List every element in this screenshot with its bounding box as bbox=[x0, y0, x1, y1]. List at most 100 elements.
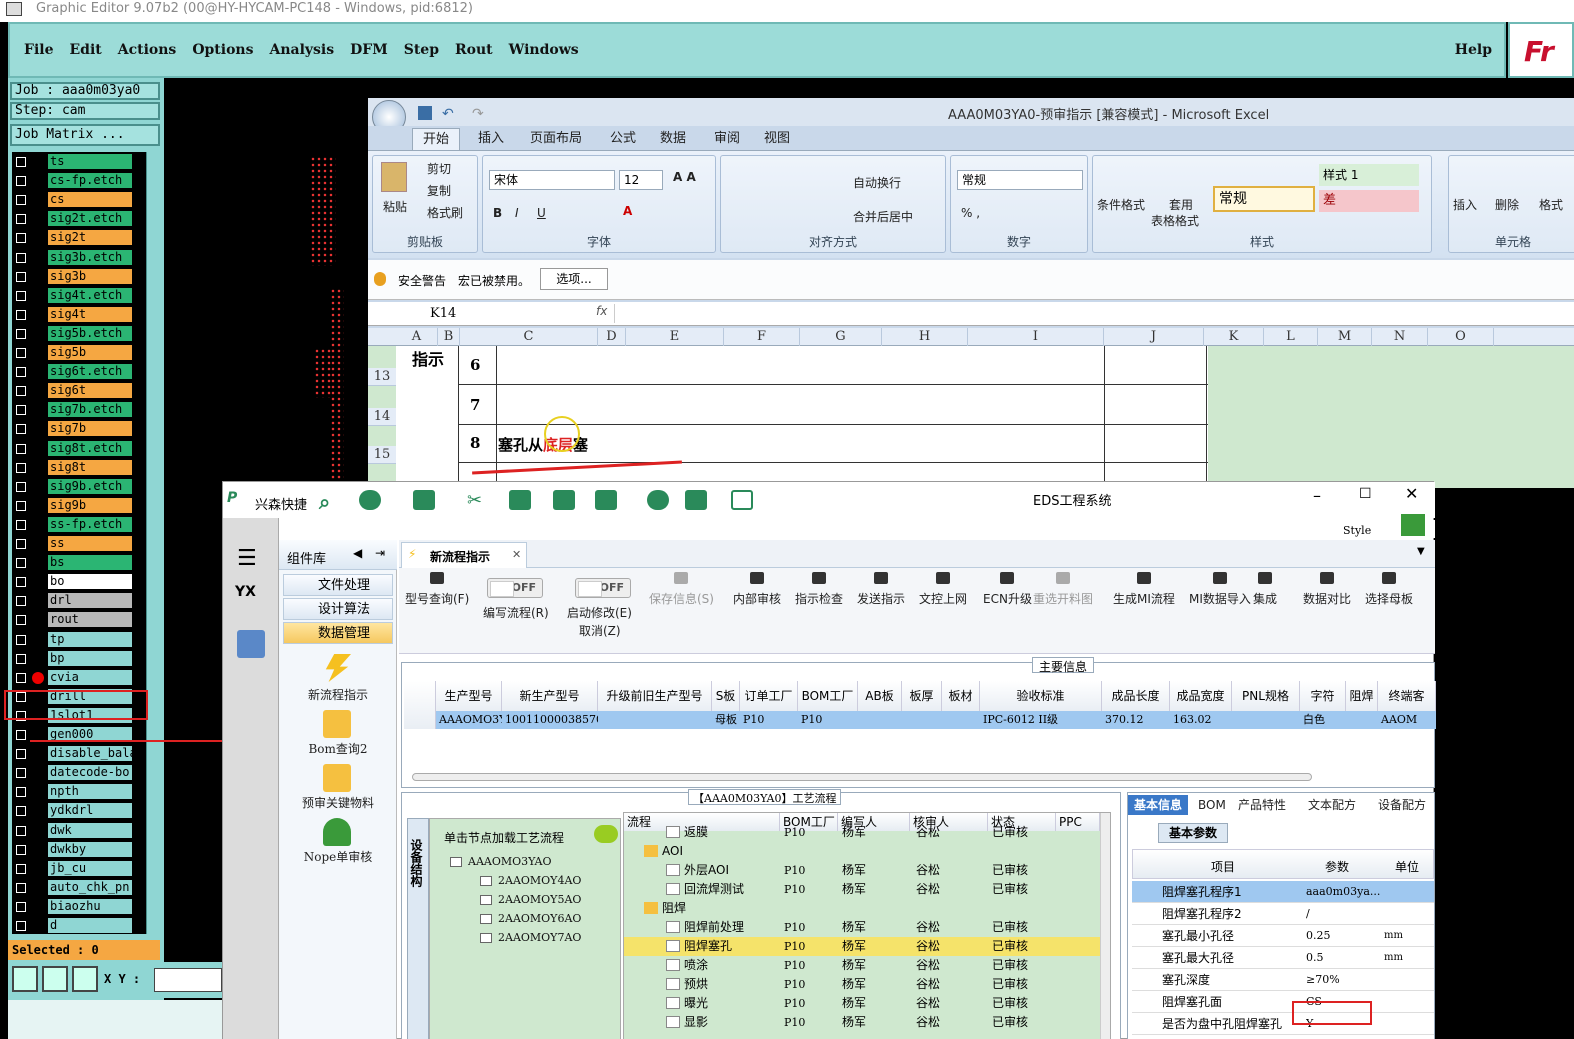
list-icon[interactable] bbox=[595, 490, 617, 510]
layer-row[interactable]: sig7b.etch bbox=[12, 402, 134, 418]
start-edit-toggle[interactable]: OFF bbox=[575, 578, 631, 598]
layer-checkbox[interactable] bbox=[16, 882, 26, 893]
copy-icon[interactable] bbox=[553, 490, 575, 510]
layer-checkbox[interactable] bbox=[16, 806, 26, 817]
layer-checkbox[interactable] bbox=[16, 271, 26, 282]
layer-row[interactable]: npth bbox=[12, 784, 134, 800]
generate-mi-button[interactable]: 生成MI流程 bbox=[1113, 572, 1175, 607]
search-icon[interactable]: ⌕ bbox=[319, 490, 341, 514]
xy-input[interactable] bbox=[154, 968, 222, 992]
integrate-button[interactable]: 集成 bbox=[1253, 572, 1277, 607]
layer-row[interactable]: biaozhu bbox=[12, 898, 134, 915]
measure-icon[interactable] bbox=[42, 966, 68, 992]
basic-row[interactable]: 塞孔深度 ≥70% bbox=[1132, 969, 1434, 991]
undo-icon[interactable]: ↶ bbox=[442, 106, 454, 122]
layer-checkbox[interactable] bbox=[16, 825, 26, 836]
basic-row[interactable]: 阻焊塞孔面 CS bbox=[1132, 991, 1434, 1013]
column-header[interactable]: G bbox=[800, 328, 882, 346]
layer-row[interactable]: sig6t.etch bbox=[12, 364, 134, 380]
flow-scrollbar[interactable] bbox=[1100, 813, 1110, 1039]
layer-row[interactable]: sig4t.etch bbox=[12, 287, 134, 304]
main-col-header[interactable]: 板厚 bbox=[902, 681, 942, 711]
flow-row[interactable]: 显影 P10 杨军 谷松 已审核 bbox=[624, 1013, 1102, 1032]
fx-icon[interactable]: fx bbox=[596, 304, 607, 318]
main-cell[interactable]: 10011000038570 bbox=[502, 711, 603, 729]
menu-step[interactable]: Step bbox=[404, 42, 439, 58]
minimize-button[interactable]: – bbox=[1313, 486, 1321, 505]
layer-checkbox[interactable] bbox=[16, 386, 26, 397]
main-col-header[interactable]: 板材 bbox=[942, 681, 980, 711]
layer-row[interactable]: jb_cu bbox=[12, 860, 134, 877]
menu-actions[interactable]: Actions bbox=[118, 42, 177, 58]
calculator-icon[interactable] bbox=[237, 630, 265, 658]
layer-row[interactable]: datecode-bo bbox=[12, 765, 134, 781]
layer-row[interactable]: sig8t.etch bbox=[12, 440, 134, 457]
internal-review-button[interactable]: 内部审核 bbox=[733, 572, 781, 607]
format-cells-button[interactable]: 格式 bbox=[1539, 196, 1563, 213]
save-info-button[interactable]: 保存信息(S) bbox=[649, 572, 714, 607]
basic-row[interactable]: 塞孔最大孔径 0.5 mm bbox=[1132, 947, 1434, 969]
layer-checkbox[interactable] bbox=[16, 328, 26, 339]
column-header[interactable]: I bbox=[968, 328, 1104, 346]
main-col-header[interactable]: 成品长度 bbox=[1102, 681, 1170, 711]
basic-row[interactable]: 阻焊塞孔程序2 / bbox=[1132, 903, 1434, 925]
flow-row[interactable]: 回流焊测试 P10 杨军 谷松 已审核 bbox=[624, 880, 1102, 899]
main-col-header[interactable]: 订单工厂 bbox=[740, 681, 798, 711]
menu-windows[interactable]: Windows bbox=[509, 42, 579, 58]
layer-checkbox[interactable] bbox=[16, 500, 26, 511]
save-icon[interactable] bbox=[418, 106, 432, 120]
layer-checkbox[interactable] bbox=[16, 730, 26, 740]
layer-row[interactable]: sig3b bbox=[12, 268, 134, 285]
hamburger-icon[interactable]: ☰ bbox=[237, 546, 257, 571]
chart-icon[interactable] bbox=[685, 490, 707, 510]
basic-row[interactable]: 是否为盘中孔阻焊塞孔 Y bbox=[1132, 1013, 1434, 1035]
tab-view[interactable]: 视图 bbox=[754, 128, 800, 150]
table-format-label[interactable]: 表格格式 bbox=[1151, 212, 1199, 229]
tab-menu-icon[interactable]: ▼ bbox=[1417, 546, 1425, 557]
table-icon[interactable] bbox=[413, 490, 435, 510]
flow-row[interactable]: 阻焊前处理 P10 杨军 谷松 已审核 bbox=[624, 918, 1102, 937]
layer-row[interactable]: sig2t.etch bbox=[12, 211, 134, 227]
layer-row[interactable]: sig2t bbox=[12, 230, 134, 246]
flow-row[interactable]: 预烘 P10 杨军 谷松 已审核 bbox=[624, 975, 1102, 994]
layer-row[interactable]: cs bbox=[12, 192, 134, 208]
main-cell[interactable]: AAOM bbox=[1378, 711, 1436, 729]
layer-checkbox[interactable] bbox=[16, 863, 26, 874]
main-cell[interactable]: AAAOMO3YAO bbox=[436, 711, 523, 729]
data-compare-button[interactable]: 数据对比 bbox=[1303, 572, 1351, 607]
tree-node[interactable]: 2AAOMOY6AO bbox=[480, 912, 581, 925]
layer-checkbox[interactable] bbox=[16, 653, 26, 664]
nav-bom-query[interactable]: Bom查询2 bbox=[279, 740, 397, 757]
main-cell[interactable]: 白色 bbox=[1300, 711, 1346, 729]
tab-formula[interactable]: 公式 bbox=[600, 128, 646, 150]
layer-checkbox[interactable] bbox=[16, 233, 26, 244]
main-cell[interactable] bbox=[598, 711, 712, 729]
layer-checkbox[interactable] bbox=[16, 634, 26, 645]
column-header[interactable]: B bbox=[438, 328, 460, 346]
style-menu[interactable]: Style bbox=[1343, 524, 1371, 537]
layer-row[interactable]: d bbox=[12, 918, 134, 934]
folder-icon[interactable] bbox=[323, 764, 351, 792]
close-button[interactable]: ✕ bbox=[1405, 484, 1418, 503]
tab-insert[interactable]: 插入 bbox=[468, 128, 514, 150]
layer-scrollbar[interactable] bbox=[146, 152, 160, 934]
layer-checkbox[interactable] bbox=[16, 596, 26, 607]
main-cell[interactable]: 163.02 bbox=[1170, 711, 1232, 729]
layer-row[interactable]: dwkby bbox=[12, 841, 134, 858]
column-header[interactable]: M bbox=[1318, 328, 1372, 346]
style-normal[interactable]: 常规 bbox=[1213, 186, 1315, 212]
layer-row[interactable]: ts bbox=[12, 154, 134, 170]
cell-b[interactable]: 6 bbox=[470, 356, 480, 374]
mi-import-button[interactable]: MI数据导入 bbox=[1189, 572, 1251, 607]
flow-row[interactable]: 阻焊 bbox=[624, 899, 1102, 918]
layer-checkbox[interactable] bbox=[16, 577, 26, 588]
layer-row[interactable]: drl bbox=[12, 593, 134, 609]
film-icon[interactable] bbox=[509, 490, 531, 510]
layer-row[interactable]: ss bbox=[12, 536, 134, 552]
bold-icon[interactable]: B bbox=[493, 206, 502, 220]
row-header[interactable]: 15 bbox=[368, 446, 396, 464]
layer-checkbox[interactable] bbox=[16, 615, 26, 626]
font-size-select[interactable]: 12 bbox=[619, 170, 663, 190]
paste-icon[interactable] bbox=[381, 162, 407, 192]
main-cell[interactable]: P10 bbox=[740, 711, 798, 729]
